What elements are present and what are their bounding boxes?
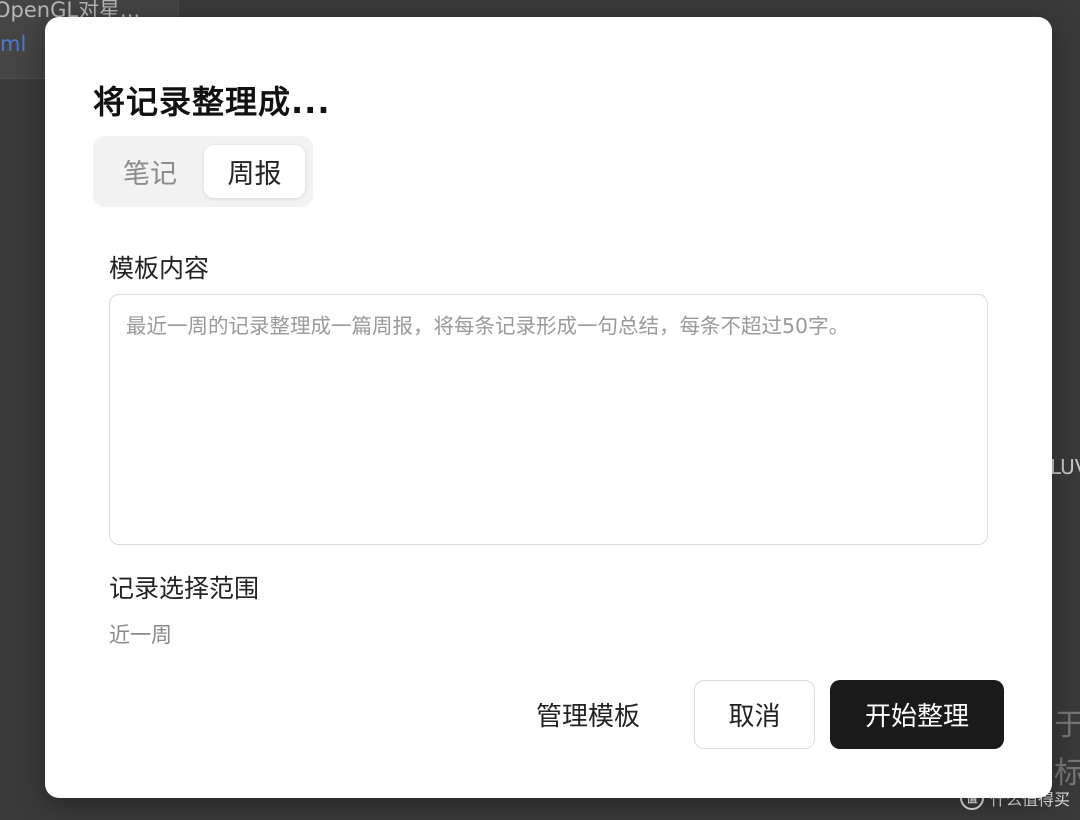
tab-weekly-report[interactable]: 周报	[204, 145, 305, 198]
template-content-input[interactable]	[109, 294, 988, 545]
record-range-label: 记录选择范围	[109, 574, 260, 603]
organize-dialog: 将记录整理成... 笔记 周报 模板内容 记录选择范围 近一周 管理模板 取消 …	[45, 17, 1052, 798]
tab-note[interactable]: 笔记	[107, 145, 193, 198]
dialog-title: 将记录整理成...	[93, 83, 331, 121]
type-segmented-control: 笔记 周报	[93, 136, 313, 207]
start-organize-button[interactable]: 开始整理	[830, 680, 1004, 749]
background-text-fragment: 于	[1054, 708, 1080, 743]
background-doc-link: ml	[0, 32, 27, 56]
manage-templates-button[interactable]: 管理模板	[523, 680, 653, 749]
background-text-fragment: LUV	[1050, 455, 1080, 479]
record-range-value[interactable]: 近一周	[109, 619, 172, 649]
template-content-label: 模板内容	[109, 254, 210, 283]
cancel-button[interactable]: 取消	[694, 680, 815, 749]
